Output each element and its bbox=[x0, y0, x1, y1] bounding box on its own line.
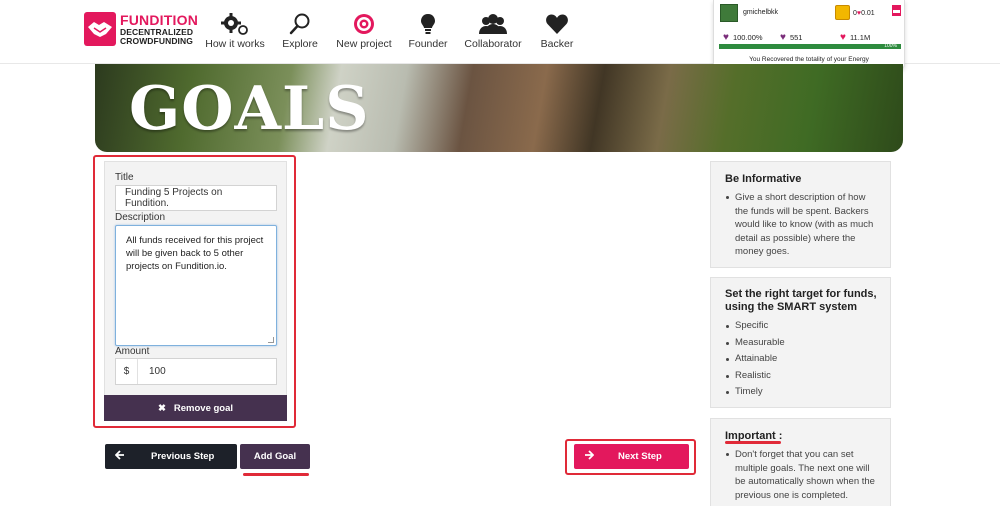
tip-list: Don't forget that you can set multiple g… bbox=[725, 448, 881, 502]
heart-icon: ♥ bbox=[723, 32, 729, 43]
nav-label: Founder bbox=[408, 38, 448, 50]
nav-founder[interactable]: Founder bbox=[407, 10, 449, 50]
fundition-logo[interactable]: FUNDITION DECENTRALIZED CROWDFUNDING bbox=[84, 12, 198, 46]
tip-card-informative: Be Informative Give a short description … bbox=[710, 161, 891, 268]
target-icon bbox=[334, 10, 394, 38]
remove-goal-label: Remove goal bbox=[173, 402, 234, 414]
group-icon bbox=[462, 10, 524, 38]
wallet-values: 0♥0.01 bbox=[853, 10, 875, 17]
energy-message: You Recovered the totality of your Energ… bbox=[749, 56, 869, 63]
user-panel[interactable]: gmichelbkk 0♥0.01 ♥ 100.00% ♥ 551 ♥ 11.1… bbox=[713, 0, 905, 70]
nav-explore[interactable]: Explore bbox=[278, 10, 322, 50]
tip-item: Measurable bbox=[725, 335, 785, 352]
remove-goal-button[interactable]: ✖ Remove goal bbox=[104, 395, 287, 421]
tip-item: Specific bbox=[725, 318, 785, 335]
amount-label: Amount bbox=[115, 346, 150, 357]
stat-value: 551 bbox=[789, 33, 803, 42]
resize-handle[interactable] bbox=[268, 337, 274, 343]
heart-icon: ♥ bbox=[780, 32, 786, 43]
energy-bar bbox=[719, 44, 901, 49]
add-goal-label: Add Goal bbox=[253, 451, 297, 462]
handshake-icon bbox=[84, 12, 116, 46]
nav-backer[interactable]: Backer bbox=[537, 10, 577, 50]
nav-label: Collaborator bbox=[464, 38, 522, 50]
gears-icon bbox=[204, 10, 266, 38]
nav-new-project[interactable]: New project bbox=[334, 10, 394, 50]
username[interactable]: gmichelbkk bbox=[743, 9, 778, 16]
flag-icon[interactable] bbox=[892, 5, 901, 16]
tip-list: Specific Measurable Attainable Realistic… bbox=[725, 318, 785, 401]
tip-item: Don't forget that you can set multiple g… bbox=[725, 448, 881, 502]
stat-total: ♥ 11.1M bbox=[840, 32, 870, 43]
goal-amount-input[interactable]: $ 100 bbox=[115, 358, 277, 385]
tip-item: Realistic bbox=[725, 368, 785, 385]
next-step-label: Next Step bbox=[618, 451, 662, 462]
description-label: Description bbox=[115, 212, 166, 223]
top-navbar: FUNDITION DECENTRALIZED CROWDFUNDING How… bbox=[0, 0, 1000, 70]
description-text: All funds received for this project will… bbox=[126, 235, 264, 272]
next-step-button[interactable]: Next Step bbox=[574, 444, 689, 469]
lightbulb-icon bbox=[407, 10, 449, 38]
page: FUNDITION DECENTRALIZED CROWDFUNDING How… bbox=[0, 0, 1000, 506]
tip-card-important: Important : Don't forget that you can se… bbox=[710, 418, 891, 506]
currency-addon: $ bbox=[116, 359, 138, 384]
brand-name: FUNDITION bbox=[120, 11, 199, 28]
arrow-left-icon bbox=[114, 450, 125, 463]
tip-item: Timely bbox=[725, 384, 785, 401]
previous-step-button[interactable]: Previous Step bbox=[105, 444, 237, 469]
brand-tagline-2: CROWDFUNDING bbox=[120, 36, 193, 46]
goal-description-textarea[interactable]: All funds received for this project will… bbox=[115, 225, 277, 346]
tip-list: Give a short description of how the fund… bbox=[725, 191, 881, 259]
magnifier-icon bbox=[278, 10, 322, 38]
stat-percentage: ♥ 100.00% bbox=[723, 32, 763, 43]
important-highlight bbox=[725, 441, 781, 444]
tip-card-smart: Set the right target for funds, using th… bbox=[710, 277, 891, 408]
add-goal-highlight bbox=[243, 473, 309, 476]
hero-banner: GOALS bbox=[95, 64, 903, 152]
arrow-right-icon bbox=[584, 450, 595, 463]
treasure-chest-icon[interactable] bbox=[835, 5, 850, 20]
nav-collaborator[interactable]: Collaborator bbox=[462, 10, 524, 50]
goal-title-input[interactable]: Funding 5 Projects on Fundition. bbox=[115, 185, 277, 211]
heart-icon: ♥ bbox=[840, 32, 846, 43]
tip-title: Set the right target for funds, using th… bbox=[725, 288, 877, 313]
stat-value: 100.00% bbox=[732, 33, 763, 42]
nav-label: How it works bbox=[205, 38, 265, 50]
brand-tagline-1: DECENTRALIZED bbox=[120, 26, 194, 37]
nav-label: Explore bbox=[282, 38, 318, 50]
nav-how-it-works[interactable]: How it works bbox=[204, 10, 266, 50]
heart-value: 0.01 bbox=[861, 10, 875, 17]
heart-icon bbox=[537, 10, 577, 38]
amount-value: 100 bbox=[149, 366, 166, 377]
page-title: GOALS bbox=[129, 74, 370, 144]
energy-value: 100% bbox=[884, 43, 897, 49]
nav-label: Backer bbox=[540, 38, 574, 50]
add-goal-button[interactable]: Add Goal bbox=[240, 444, 310, 469]
title-label: Title bbox=[115, 172, 134, 183]
tip-item: Attainable bbox=[725, 351, 785, 368]
stat-value: 11.1M bbox=[849, 33, 871, 42]
tip-title: Be Informative bbox=[725, 173, 802, 185]
close-icon: ✖ bbox=[157, 402, 166, 414]
avatar[interactable] bbox=[720, 4, 738, 22]
nav-label: New project bbox=[336, 38, 392, 50]
tip-item: Give a short description of how the fund… bbox=[725, 191, 881, 259]
stat-count: ♥ 551 bbox=[780, 32, 802, 43]
previous-step-label: Previous Step bbox=[151, 451, 215, 462]
